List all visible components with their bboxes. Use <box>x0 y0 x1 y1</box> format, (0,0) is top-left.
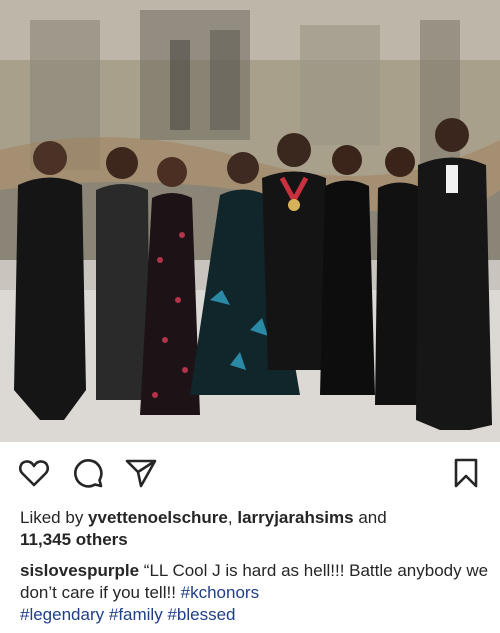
likes-count[interactable]: 11,345 others <box>20 530 128 549</box>
liker-username[interactable]: larryjarahsims <box>237 508 353 527</box>
caption-username[interactable]: sislovespurple <box>20 561 139 580</box>
liker-username[interactable]: yvettenoelschure <box>88 508 228 527</box>
hashtag-link[interactable]: #blessed <box>167 605 235 624</box>
likes-separator: , <box>227 508 238 527</box>
post-photo[interactable] <box>0 0 500 442</box>
post-photo-illustration <box>0 0 500 442</box>
post-caption: sislovespurple “LL Cool J is hard as hel… <box>20 560 490 626</box>
likes-summary[interactable]: Liked by yvettenoelschure, larryjarahsim… <box>20 507 490 551</box>
action-bar <box>0 448 500 498</box>
hashtag-link[interactable]: #legendary <box>20 605 104 624</box>
likes-prefix: Liked by <box>20 508 89 527</box>
heart-icon[interactable] <box>17 456 51 490</box>
bookmark-icon[interactable] <box>449 456 483 490</box>
hashtag-link[interactable]: #kchonors <box>181 583 259 602</box>
comment-icon[interactable] <box>71 456 105 490</box>
hashtag-link[interactable]: #family <box>109 605 163 624</box>
send-icon[interactable] <box>124 456 158 490</box>
likes-and: and <box>353 508 387 527</box>
